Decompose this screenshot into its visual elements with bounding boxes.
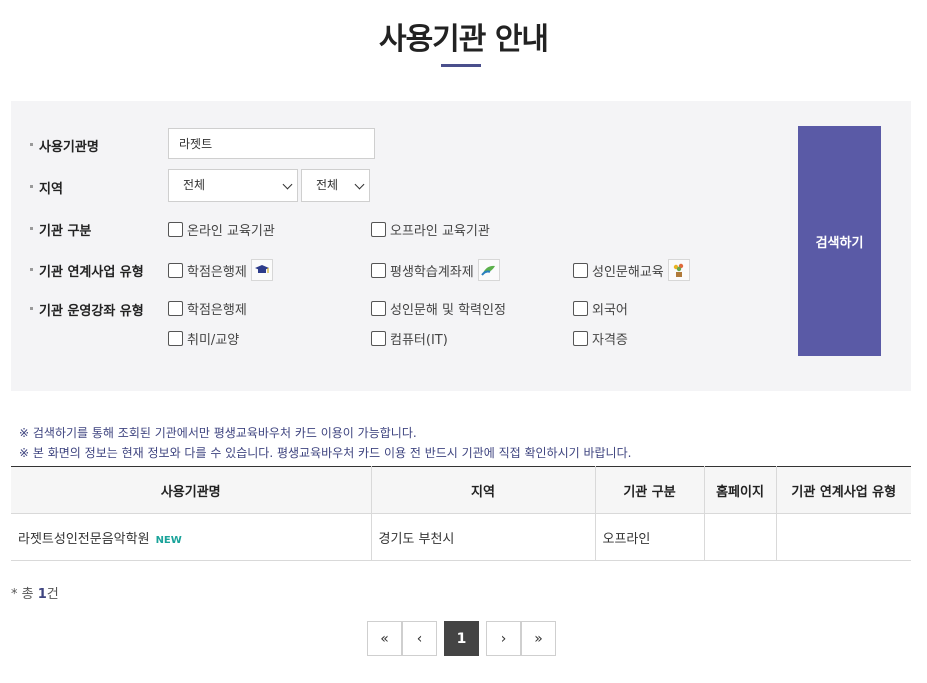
checkbox-label: 학점은행제 [187, 303, 247, 318]
checkbox-label: 학점은행제 [187, 264, 247, 280]
region-cell: 경기도 부천시 [371, 513, 596, 561]
title-underline [441, 64, 481, 67]
institution-name-cell[interactable]: 라젯트성인전문음악학원 NEW [11, 513, 372, 561]
program-label: 기관 연계사업 유형 [30, 261, 144, 280]
region-label: 지역 [30, 178, 63, 197]
page-title: 사용기관 안내 [378, 22, 549, 57]
page-button-current[interactable]: 1 [444, 621, 479, 656]
checkbox-label: 성인문해 및 학력인정 [390, 303, 506, 318]
institution-name-link[interactable]: 라젯트성인전문음악학원 [18, 532, 150, 547]
type-label: 기관 구분 [29, 220, 91, 239]
course-certificate-checkbox[interactable]: 자격증 [573, 329, 628, 348]
total-suffix: 건 [46, 587, 59, 602]
graduation-cap-icon [250, 259, 273, 281]
checkbox-box[interactable] [371, 262, 386, 278]
results-table: 사용기관명 지역 기관 구분 홈페이지 기관 연계사업 유형 라젯트성인전문음악… [11, 466, 911, 561]
total-number: 1 [37, 587, 47, 602]
checkbox-label: 컴퓨터(IT) [390, 333, 448, 348]
next-page-button[interactable]: › [486, 621, 521, 656]
total-count: * 총 1건 [11, 583, 59, 602]
program-credit-bank-checkbox[interactable]: 학점은행제 [168, 259, 273, 281]
checkbox-box[interactable] [168, 262, 183, 278]
course-computer-checkbox[interactable]: 컴퓨터(IT) [371, 329, 448, 348]
checkbox-label: 온라인 교육기관 [187, 224, 275, 239]
last-page-button[interactable]: » [521, 621, 556, 656]
checkbox-box[interactable] [371, 222, 386, 237]
course-label: 기관 운영강좌 유형 [30, 300, 144, 319]
column-header: 기관 연계사업 유형 [776, 466, 911, 514]
column-header: 사용기관명 [11, 466, 372, 514]
search-button[interactable]: 검색하기 [798, 126, 881, 356]
checkbox-box[interactable] [371, 331, 386, 346]
region-city-value: 전체 [316, 178, 339, 192]
table-row[interactable]: 라젯트성인전문음악학원 NEW 경기도 부천시 오프라인 [11, 513, 911, 561]
chevron-down-icon [282, 179, 293, 190]
pagination: « ‹ 1 › » [367, 621, 556, 656]
region-province-select[interactable]: 전체 [168, 169, 298, 202]
course-foreign-language-checkbox[interactable]: 외국어 [573, 299, 628, 318]
checkbox-box[interactable] [371, 301, 386, 316]
flower-pot-icon [667, 259, 690, 281]
first-page-button[interactable]: « [367, 621, 402, 656]
chevron-down-icon [354, 179, 365, 190]
new-badge: NEW [155, 534, 182, 546]
checkbox-label: 평생학습계좌제 [390, 264, 474, 280]
leaf-icon [477, 259, 500, 281]
checkbox-label: 성인문해교육 [592, 264, 664, 280]
checkbox-box[interactable] [573, 262, 588, 278]
checkbox-box[interactable] [168, 301, 183, 316]
checkbox-box[interactable] [573, 331, 588, 346]
total-prefix: * 총 [11, 587, 38, 602]
checkbox-box[interactable] [168, 222, 183, 237]
table-header-row: 사용기관명 지역 기관 구분 홈페이지 기관 연계사업 유형 [11, 466, 911, 514]
checkbox-label: 오프라인 교육기관 [390, 224, 490, 239]
course-literacy-checkbox[interactable]: 성인문해 및 학력인정 [371, 299, 506, 318]
course-credit-bank-checkbox[interactable]: 학점은행제 [168, 299, 247, 318]
program-literacy-checkbox[interactable]: 성인문해교육 [573, 259, 690, 281]
institution-name-input[interactable] [168, 128, 375, 159]
homepage-cell [704, 513, 777, 561]
checkbox-label: 외국어 [592, 303, 628, 318]
column-header: 기관 구분 [595, 466, 705, 514]
prev-page-button[interactable]: ‹ [402, 621, 437, 656]
type-offline-checkbox[interactable]: 오프라인 교육기관 [371, 220, 490, 239]
column-header: 지역 [371, 466, 596, 514]
notice-line: ※ 본 화면의 정보는 현재 정보와 다를 수 있습니다. 평생교육바우처 카드… [19, 446, 632, 460]
checkbox-label: 취미/교양 [187, 333, 240, 348]
course-hobby-checkbox[interactable]: 취미/교양 [168, 329, 239, 348]
type-online-checkbox[interactable]: 온라인 교육기관 [168, 220, 275, 239]
checkbox-box[interactable] [573, 301, 588, 316]
search-panel: 사용기관명 지역 전체 전체 기관 구분 온라인 교육기관 오프라인 교육기관 … [11, 101, 911, 391]
program-learning-account-checkbox[interactable]: 평생학습계좌제 [371, 259, 500, 281]
region-province-value: 전체 [183, 178, 206, 192]
column-header: 홈페이지 [704, 466, 777, 514]
region-city-select[interactable]: 전체 [301, 169, 370, 202]
program-cell [776, 513, 911, 561]
name-label: 사용기관명 [30, 136, 99, 155]
checkbox-box[interactable] [168, 331, 183, 346]
checkbox-label: 자격증 [592, 333, 628, 348]
notice-line: ※ 검색하기를 통해 조회된 기관에서만 평생교육바우처 카드 이용이 가능합니… [19, 426, 417, 440]
type-cell: 오프라인 [595, 513, 705, 561]
